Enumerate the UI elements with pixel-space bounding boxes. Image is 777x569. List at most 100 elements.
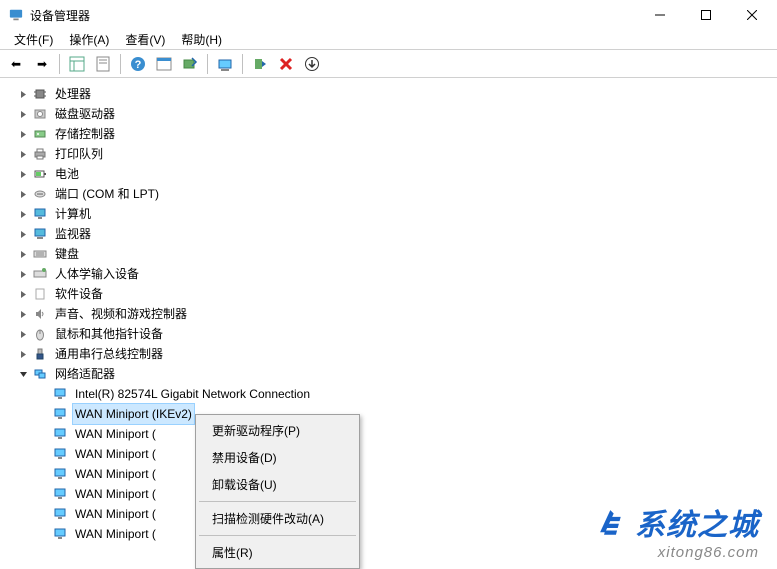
expand-icon[interactable] xyxy=(16,307,30,321)
expand-icon[interactable] xyxy=(16,147,30,161)
expand-icon[interactable] xyxy=(16,247,30,261)
context-menu: 更新驱动程序(P) 禁用设备(D) 卸载设备(U) 扫描检测硬件改动(A) 属性… xyxy=(195,414,360,569)
expand-icon[interactable] xyxy=(16,127,30,141)
device-tree[interactable]: 处理器磁盘驱动器存储控制器打印队列电池端口 (COM 和 LPT)计算机监视器键… xyxy=(0,78,777,550)
printer-icon xyxy=(32,146,48,162)
expand-icon[interactable] xyxy=(16,347,30,361)
hid-icon xyxy=(32,266,48,282)
storage-icon xyxy=(32,126,48,142)
close-button[interactable] xyxy=(729,0,775,30)
down-arrow-button[interactable] xyxy=(300,52,324,76)
menu-action[interactable]: 操作(A) xyxy=(61,29,117,50)
expand-placeholder xyxy=(36,507,50,521)
expand-icon[interactable] xyxy=(16,227,30,241)
tree-label[interactable]: 网络适配器 xyxy=(52,363,118,385)
category-battery[interactable]: 电池 xyxy=(8,164,777,184)
network-adapter-item[interactable]: WAN Miniport ( xyxy=(8,484,777,504)
category-software[interactable]: 软件设备 xyxy=(8,284,777,304)
expand-placeholder xyxy=(36,427,50,441)
tree-label[interactable]: WAN Miniport ( xyxy=(72,503,159,525)
category-cpu[interactable]: 处理器 xyxy=(8,84,777,104)
tree-label[interactable]: 端口 (COM 和 LPT) xyxy=(52,183,162,205)
network-adapter-item[interactable]: WAN Miniport ( xyxy=(8,504,777,524)
update-driver-button[interactable] xyxy=(213,52,237,76)
expand-icon[interactable] xyxy=(16,327,30,341)
category-sound[interactable]: 声音、视频和游戏控制器 xyxy=(8,304,777,324)
ctx-properties[interactable]: 属性(R) xyxy=(198,539,357,566)
tree-label[interactable]: 键盘 xyxy=(52,243,82,265)
category-disk[interactable]: 磁盘驱动器 xyxy=(8,104,777,124)
properties-button[interactable] xyxy=(91,52,115,76)
network-adapter-item[interactable]: WAN Miniport ( xyxy=(8,444,777,464)
category-computer[interactable]: 计算机 xyxy=(8,204,777,224)
port-icon xyxy=(32,186,48,202)
category-keyboard[interactable]: 键盘 xyxy=(8,244,777,264)
tree-label[interactable]: 计算机 xyxy=(52,203,94,225)
tree-label[interactable]: 存储控制器 xyxy=(52,123,118,145)
expand-icon[interactable] xyxy=(16,187,30,201)
minimize-button[interactable] xyxy=(637,0,683,30)
expand-icon[interactable] xyxy=(16,267,30,281)
category-usb[interactable]: 通用串行总线控制器 xyxy=(8,344,777,364)
ctx-uninstall-device[interactable]: 卸载设备(U) xyxy=(198,471,357,498)
category-storage[interactable]: 存储控制器 xyxy=(8,124,777,144)
keyboard-icon xyxy=(32,246,48,262)
category-mouse[interactable]: 鼠标和其他指针设备 xyxy=(8,324,777,344)
back-button[interactable]: ⬅ xyxy=(4,52,28,76)
tree-label[interactable]: WAN Miniport (IKEv2) xyxy=(72,403,195,425)
expand-icon[interactable] xyxy=(16,167,30,181)
network-adapter-item[interactable]: WAN Miniport ( xyxy=(8,524,777,544)
toolbar: ⬅ ➡ ? xyxy=(0,50,777,78)
sound-icon xyxy=(32,306,48,322)
tree-label[interactable]: 电池 xyxy=(52,163,82,185)
uninstall-button[interactable] xyxy=(274,52,298,76)
tree-label[interactable]: WAN Miniport ( xyxy=(72,443,159,465)
tree-label[interactable]: 处理器 xyxy=(52,83,94,105)
tree-label[interactable]: WAN Miniport ( xyxy=(72,463,159,485)
tree-label[interactable]: 磁盘驱动器 xyxy=(52,103,118,125)
network-adapter-item[interactable]: WAN Miniport ( xyxy=(8,424,777,444)
help-button[interactable]: ? xyxy=(126,52,150,76)
tree-label[interactable]: 通用串行总线控制器 xyxy=(52,343,166,365)
enable-device-button[interactable] xyxy=(248,52,272,76)
tree-label[interactable]: 监视器 xyxy=(52,223,94,245)
expand-icon[interactable] xyxy=(16,107,30,121)
netadapter-icon xyxy=(52,506,68,522)
tree-label[interactable]: WAN Miniport ( xyxy=(72,483,159,505)
category-hid[interactable]: 人体学输入设备 xyxy=(8,264,777,284)
menu-help[interactable]: 帮助(H) xyxy=(173,29,230,50)
network-adapter-item[interactable]: Intel(R) 82574L Gigabit Network Connecti… xyxy=(8,384,777,404)
expand-icon[interactable] xyxy=(16,287,30,301)
network-adapter-item[interactable]: WAN Miniport (IKEv2) xyxy=(8,404,777,424)
tree-label[interactable]: WAN Miniport ( xyxy=(72,523,159,545)
category-port[interactable]: 端口 (COM 和 LPT) xyxy=(8,184,777,204)
tree-label[interactable]: WAN Miniport ( xyxy=(72,423,159,445)
collapse-icon[interactable] xyxy=(16,367,30,381)
tree-label[interactable]: 声音、视频和游戏控制器 xyxy=(52,303,190,325)
category-monitor[interactable]: 监视器 xyxy=(8,224,777,244)
forward-button[interactable]: ➡ xyxy=(30,52,54,76)
console-button[interactable] xyxy=(152,52,176,76)
toolbar-separator xyxy=(242,54,243,74)
expand-icon[interactable] xyxy=(16,207,30,221)
scan-hardware-button[interactable] xyxy=(178,52,202,76)
network-adapter-item[interactable]: WAN Miniport ( xyxy=(8,464,777,484)
ctx-scan-hardware[interactable]: 扫描检测硬件改动(A) xyxy=(198,505,357,532)
tree-label[interactable]: 鼠标和其他指针设备 xyxy=(52,323,166,345)
expand-icon[interactable] xyxy=(16,87,30,101)
category-network[interactable]: 网络适配器 xyxy=(8,364,777,384)
expand-placeholder xyxy=(36,527,50,541)
tree-label[interactable]: 软件设备 xyxy=(52,283,106,305)
show-tree-button[interactable] xyxy=(65,52,89,76)
maximize-button[interactable] xyxy=(683,0,729,30)
netadapter-icon xyxy=(52,406,68,422)
menu-file[interactable]: 文件(F) xyxy=(6,29,61,50)
ctx-disable-device[interactable]: 禁用设备(D) xyxy=(198,444,357,471)
menu-view[interactable]: 查看(V) xyxy=(117,29,173,50)
tree-label[interactable]: 人体学输入设备 xyxy=(52,263,142,285)
tree-label[interactable]: 打印队列 xyxy=(52,143,106,165)
netadapter-icon xyxy=(52,526,68,542)
category-printer[interactable]: 打印队列 xyxy=(8,144,777,164)
tree-label[interactable]: Intel(R) 82574L Gigabit Network Connecti… xyxy=(72,383,313,405)
ctx-update-driver[interactable]: 更新驱动程序(P) xyxy=(198,417,357,444)
